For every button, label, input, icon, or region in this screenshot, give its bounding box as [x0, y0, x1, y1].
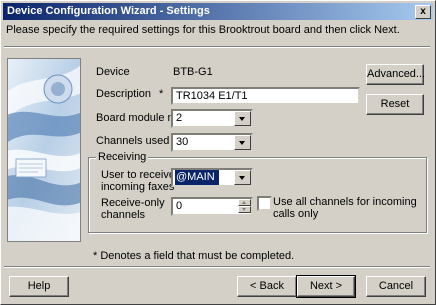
close-button[interactable]: x — [415, 5, 431, 19]
user-receive-value: @MAIN — [175, 170, 219, 185]
receive-only-label-line1: Receive-only — [101, 197, 165, 209]
title-bar: Device Configuration Wizard - Settings x — [3, 3, 433, 20]
advanced-button[interactable]: Advanced... — [366, 64, 425, 85]
chevron-down-icon[interactable] — [234, 111, 251, 126]
all-channels-label-line1: Use all channels for incoming — [273, 196, 417, 208]
description-required-mark: * — [159, 88, 164, 100]
help-button[interactable]: Help — [9, 276, 69, 297]
channels-used-value: 30 — [176, 136, 189, 148]
required-footnote: * Denotes a field that must be completed… — [93, 250, 295, 262]
receive-only-spinner[interactable]: 0 — [171, 197, 253, 216]
receive-only-label-line2: channels — [101, 209, 146, 221]
next-button[interactable]: Next > — [296, 275, 356, 298]
board-module-select[interactable]: 2 — [171, 109, 253, 128]
close-icon: x — [420, 6, 426, 17]
user-receive-label-line2: incoming faxes — [101, 181, 175, 193]
bottom-divider — [4, 266, 430, 268]
chevron-down-icon[interactable] — [234, 135, 251, 150]
spinner-buttons — [238, 199, 251, 214]
channels-used-select[interactable]: 30 — [171, 133, 253, 152]
top-divider — [4, 46, 430, 48]
window-title: Device Configuration Wizard - Settings — [7, 5, 210, 17]
wizard-side-image — [7, 58, 81, 242]
receiving-group-label: Receiving — [96, 151, 149, 163]
cancel-button[interactable]: Cancel — [366, 276, 426, 297]
all-channels-checkbox[interactable] — [257, 196, 272, 211]
description-field[interactable]: TR1034 E1/T1 — [171, 87, 360, 105]
device-value: BTB-G1 — [173, 66, 213, 78]
device-label: Device — [96, 66, 130, 78]
user-receive-select[interactable]: @MAIN — [171, 168, 253, 187]
board-module-label: Board module no — [96, 112, 180, 124]
back-button[interactable]: < Back — [237, 276, 297, 297]
spin-up-icon[interactable] — [238, 199, 251, 206]
channels-used-label: Channels used — [96, 135, 170, 147]
reset-button[interactable]: Reset — [366, 94, 424, 115]
receive-only-value: 0 — [176, 200, 183, 212]
chevron-down-icon[interactable] — [234, 170, 251, 185]
all-channels-label-line2: calls only — [273, 208, 319, 220]
board-module-value: 2 — [176, 112, 183, 124]
user-receive-label-line1: User to receive — [101, 169, 175, 181]
instructions-text: Please specify the required settings for… — [6, 24, 400, 36]
spin-down-icon[interactable] — [238, 206, 251, 213]
description-label: Description — [96, 88, 152, 100]
